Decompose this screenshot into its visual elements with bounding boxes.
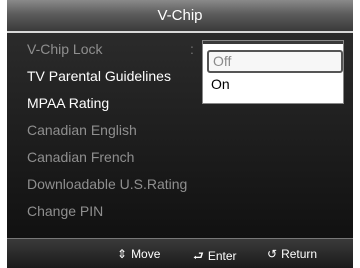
updown-arrow-icon: ⇕ xyxy=(117,247,128,261)
enter-icon: ⮐ xyxy=(193,249,204,263)
enter-label: Enter xyxy=(207,249,237,263)
return-icon: ↺ xyxy=(267,247,278,261)
move-hint: ⇕ Move xyxy=(117,247,160,261)
menu-item-canadian-english[interactable]: Canadian English xyxy=(27,122,137,138)
menu-item-canadian-french[interactable]: Canadian French xyxy=(27,149,134,165)
enter-hint: ⮐ Enter xyxy=(193,247,237,268)
menu-item-change-pin[interactable]: Change PIN xyxy=(27,203,103,219)
move-label: Move xyxy=(131,247,161,261)
vchip-menu-window: V-Chip V-Chip Lock : TV Parental Guideli… xyxy=(7,0,353,268)
menu-list: V-Chip Lock : TV Parental Guidelines MPA… xyxy=(7,33,353,238)
vchip-lock-dropdown[interactable]: Off On xyxy=(202,40,344,104)
return-hint: ↺ Return xyxy=(267,247,317,261)
value-separator: : xyxy=(190,41,194,57)
dropdown-header-strip xyxy=(203,41,343,44)
menu-item-tv-parental-guidelines[interactable]: TV Parental Guidelines xyxy=(27,68,171,84)
return-label: Return xyxy=(281,247,318,261)
dropdown-option-on[interactable]: On xyxy=(207,75,339,94)
menu-item-mpaa-rating[interactable]: MPAA Rating xyxy=(27,95,109,111)
button-hint-bar: ⇕ Move ⮐ Enter ↺ Return xyxy=(7,238,353,268)
window-title: V-Chip xyxy=(7,0,353,33)
dropdown-option-off[interactable]: Off xyxy=(207,50,343,73)
menu-item-vchip-lock[interactable]: V-Chip Lock xyxy=(27,41,102,57)
menu-item-downloadable-us-rating[interactable]: Downloadable U.S.Rating xyxy=(27,176,187,192)
